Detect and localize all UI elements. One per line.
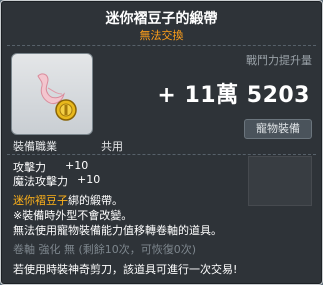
trade-status: 無法交換 [139, 29, 184, 42]
item-title: 迷你褶豆子的緞帶 [105, 11, 218, 27]
description-line-3: 無法使用寵物裝備能力值移轉卷軸的道具。 [13, 224, 222, 237]
scissors-trade-note: 若使用時裝神奇剪刀，該道具可進行一次交易! [13, 263, 238, 276]
item-icon-frame [11, 53, 93, 135]
scroll-upgrade-info: 卷軸 強化 無 (剩餘10次，可恢復0次) [13, 243, 197, 256]
divider [7, 154, 316, 155]
stat-value: +10 [77, 173, 101, 186]
required-job-value: 共用 [101, 140, 123, 153]
pet-ribbon-icon [37, 73, 77, 121]
background-watermark [248, 156, 312, 206]
description-line-1: 迷你褶豆子綁的緞帶。 [13, 192, 123, 208]
power-increase-label: 戰鬥力提升量 [246, 54, 312, 67]
divider [7, 45, 316, 46]
description-text: 綁的緞帶。 [68, 194, 123, 207]
pet-equipment-badge: 寵物裝備 [244, 119, 312, 139]
stat-label: 魔法攻擊力 [13, 175, 68, 188]
power-increase-value: + 11萬 5203 [157, 83, 310, 108]
stat-magic-attack: 魔法攻擊力 +10 [13, 173, 100, 189]
description-highlight: 迷你褶豆子 [13, 194, 68, 207]
required-job-label: 裝備職業 [13, 140, 57, 153]
description-line-2: ※裝備時外型不會改變。 [13, 209, 133, 222]
stat-value: +10 [65, 159, 89, 172]
item-tooltip: 迷你褶豆子的緞帶 無法交換 戰鬥力提升量 + 11萬 5203 寵物裝備 裝備職… [0, 0, 323, 285]
